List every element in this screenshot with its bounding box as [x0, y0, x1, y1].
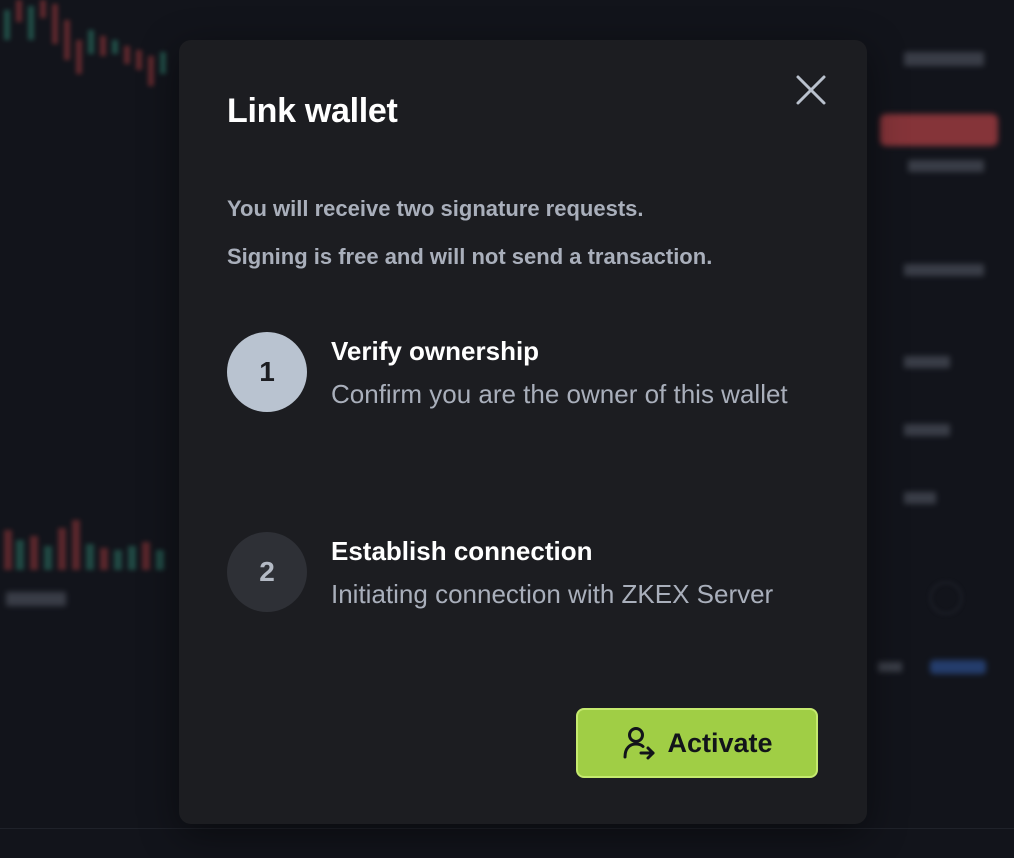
modal-description-line: Signing is free and will not send a tran…	[227, 244, 713, 269]
step-number-badge: 1	[227, 332, 307, 412]
background-price-chart	[4, 0, 166, 86]
background-blurred-text	[878, 662, 902, 672]
background-blurred-text	[904, 492, 936, 504]
background-blurred-text	[904, 52, 984, 66]
background-volume-chart	[4, 520, 164, 570]
background-blurred-text	[904, 424, 950, 436]
step-title: Establish connection	[331, 536, 593, 566]
background-blurred-text	[904, 356, 950, 368]
modal-description-line: You will receive two signature requests.	[227, 196, 644, 221]
step-title: Verify ownership	[331, 336, 540, 366]
background-link	[930, 660, 986, 674]
step-description: Confirm you are the owner of this wallet	[331, 379, 788, 409]
user-arrow-icon	[621, 725, 657, 761]
step-number-badge: 2	[227, 532, 307, 612]
activate-button-label: Activate	[667, 727, 773, 758]
step-description: Initiating connection with ZKEX Server	[331, 579, 774, 609]
background-blurred-text	[904, 264, 984, 276]
background-sell-button	[880, 114, 998, 146]
modal-title: Link wallet	[227, 92, 398, 130]
background-divider	[0, 828, 1014, 829]
link-wallet-modal: Link wallet You will receive two signatu…	[179, 40, 867, 824]
close-button[interactable]	[791, 70, 831, 110]
activate-button[interactable]: Activate	[576, 708, 818, 778]
background-blurred-text	[6, 592, 66, 606]
background-round-control	[930, 582, 962, 614]
background-blurred-text	[908, 160, 984, 172]
close-icon	[796, 75, 826, 105]
